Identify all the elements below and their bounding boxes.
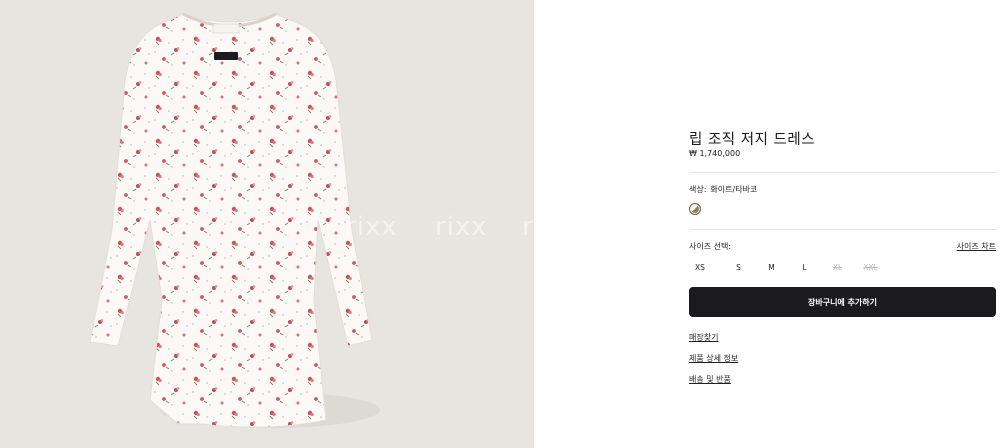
size-header: 사이즈 선택: 사이즈 차트 xyxy=(689,241,996,252)
shipping-returns-link[interactable]: 배송 및 반품 xyxy=(689,374,731,385)
size-options: XS S M L XL XXL xyxy=(689,262,887,274)
size-option-xl[interactable]: XL xyxy=(821,262,854,274)
product-image[interactable] xyxy=(0,0,534,448)
product-price: ₩ 1,740,000 xyxy=(689,149,741,158)
product-image-panel[interactable]: rixx rixx ri xyxy=(0,0,534,448)
size-chart-link[interactable]: 사이즈 차트 xyxy=(957,241,996,252)
size-option-s[interactable]: S xyxy=(722,262,755,274)
color-value: 화이트/타바코 xyxy=(710,185,758,194)
store-finder-link[interactable]: 매장찾기 xyxy=(689,332,718,343)
size-option-xxl[interactable]: XXL xyxy=(854,262,887,274)
color-selection: 색상: 화이트/타바코 xyxy=(689,184,757,195)
size-label: 사이즈 선택: xyxy=(689,242,732,251)
product-title: 립 조직 저지 드레스 xyxy=(689,132,816,148)
color-swatch[interactable] xyxy=(689,203,701,215)
add-to-cart-button[interactable]: 장바구니에 추가하기 xyxy=(689,287,996,317)
product-details-link[interactable]: 제품 상세 정보 xyxy=(689,353,738,364)
color-label: 색상: xyxy=(689,185,707,194)
divider xyxy=(689,172,996,173)
divider xyxy=(689,229,996,230)
size-option-m[interactable]: M xyxy=(755,262,788,274)
size-option-l[interactable]: L xyxy=(788,262,821,274)
product-details-panel: 립 조직 저지 드레스 ₩ 1,740,000 색상: 화이트/타바코 사이즈 … xyxy=(689,0,996,448)
size-option-xs[interactable]: XS xyxy=(689,262,722,274)
